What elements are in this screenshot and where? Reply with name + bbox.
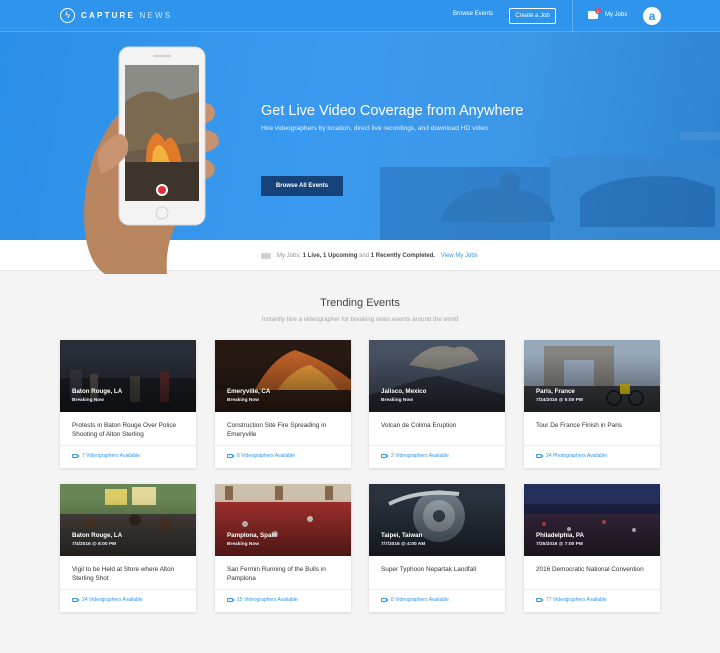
availability: 15 Videographers Available	[227, 597, 298, 603]
event-location: Paris, France	[536, 388, 575, 395]
brand-logo[interactable]: ϟ CAPTURE NEWS	[60, 8, 172, 23]
lightning-icon: ϟ	[60, 8, 75, 23]
card-divider	[524, 589, 660, 590]
availability: 77 Videographers Available	[536, 597, 607, 603]
video-camera-icon	[536, 598, 544, 602]
event-location: Baton Rouge, LA	[72, 532, 123, 539]
video-camera-icon	[381, 598, 389, 602]
event-time: 7/7/2016 @ 4:00 AM	[381, 542, 426, 547]
event-title: 2016 Democratic National Convention	[536, 566, 644, 573]
availability: 24 Videographers Available	[72, 597, 143, 603]
trending-subtitle: Instantly hire a videographer for breaki…	[261, 316, 459, 323]
video-camera-icon	[381, 454, 389, 458]
event-card[interactable]: Taipei, Taiwan 7/7/2016 @ 4:00 AM Super …	[369, 484, 505, 612]
video-camera-icon	[72, 598, 80, 602]
video-camera-icon	[536, 454, 544, 458]
notification-badge: 1	[595, 8, 601, 14]
event-card[interactable]: Paris, France 7/24/2016 @ 5:00 PM Tour D…	[524, 340, 660, 468]
event-location: Baton Rouge, LA	[72, 388, 123, 395]
card-divider	[215, 589, 351, 590]
event-title: Super Typhoon Nepartak Landfall	[381, 566, 477, 573]
jobs-summary: My Jobs: 1 Live, 1 Upcoming and 1 Recent…	[277, 253, 478, 259]
event-time: 7/25/2016 @ 7:00 PM	[536, 542, 583, 547]
event-time: Breaking Now	[381, 398, 413, 403]
top-nav-bar: ϟ CAPTURE NEWS Browse Events Create a Jo…	[0, 0, 720, 32]
availability: 24 Photographers Available	[536, 453, 607, 459]
browse-all-events-button[interactable]: Browse All Events	[261, 176, 343, 196]
event-card[interactable]: Jalisco, Mexico Breaking Now Volcan de C…	[369, 340, 505, 468]
hero-title: Get Live Video Coverage from Anywhere	[261, 103, 524, 119]
event-location: Emeryville, CA	[227, 388, 271, 395]
card-divider	[60, 589, 196, 590]
browse-events-link[interactable]: Browse Events	[453, 11, 493, 17]
video-camera-icon	[72, 454, 80, 458]
event-time: 7/24/2016 @ 5:00 PM	[536, 398, 583, 403]
event-title: Tour De France Finish in Paris	[536, 422, 622, 429]
event-location: Jalisco, Mexico	[381, 388, 427, 395]
brand-name: CAPTURE NEWS	[81, 11, 173, 20]
event-title: San Fermin Running of the Bulls in Pampl…	[227, 566, 326, 582]
event-card[interactable]: Baton Rouge, LA Breaking Now Protests in…	[60, 340, 196, 468]
event-title: Vigil to be Held at Store where Alton St…	[72, 566, 175, 582]
user-avatar[interactable]: a	[643, 7, 661, 25]
event-card[interactable]: Baton Rouge, LA 7/4/2016 @ 8:00 PM Vigil…	[60, 484, 196, 612]
trending-title: Trending Events	[320, 297, 400, 309]
event-location: Pamplona, Spain	[227, 532, 277, 539]
card-divider	[369, 589, 505, 590]
availability: 6 Videographers Available	[227, 453, 295, 459]
card-divider	[369, 445, 505, 446]
briefcase-icon	[261, 253, 271, 259]
event-card[interactable]: Philadelphia, PA 7/25/2016 @ 7:00 PM 201…	[524, 484, 660, 612]
event-time: Breaking Now	[227, 398, 259, 403]
availability: 7 Videographers Available	[72, 453, 140, 459]
availability: 8 Videographers Available	[381, 597, 449, 603]
view-my-jobs-link[interactable]: View My Jobs	[441, 253, 478, 259]
event-title: Construction Site Fire Spreading in Emer…	[227, 422, 327, 438]
phone-in-hand-illustration	[84, 46, 219, 274]
event-time: 7/4/2016 @ 8:00 PM	[72, 542, 117, 547]
nav-divider	[572, 0, 573, 32]
event-location: Philadelphia, PA	[536, 532, 585, 539]
event-card[interactable]: Pamplona, Spain Breaking Now San Fermin …	[215, 484, 351, 612]
card-divider	[60, 445, 196, 446]
create-job-button[interactable]: Create a Job	[509, 8, 556, 24]
event-title: Protests in Baton Rouge Over Police Shoo…	[72, 422, 177, 438]
card-divider	[215, 445, 351, 446]
video-camera-icon	[227, 454, 235, 458]
event-location: Taipei, Taiwan	[381, 532, 423, 539]
event-time: Breaking Now	[72, 398, 104, 403]
event-time: Breaking Now	[227, 542, 259, 547]
my-jobs-link[interactable]: My Jobs	[605, 12, 627, 18]
event-title: Volcan de Colima Eruption	[381, 422, 457, 429]
availability: 2 Videographers Available	[381, 453, 449, 459]
video-camera-icon	[227, 598, 235, 602]
hero-subtitle: Hire videographers by location, direct l…	[261, 125, 488, 132]
card-divider	[524, 445, 660, 446]
event-card[interactable]: Emeryville, CA Breaking Now Construction…	[215, 340, 351, 468]
hero-background-scene	[380, 132, 720, 240]
